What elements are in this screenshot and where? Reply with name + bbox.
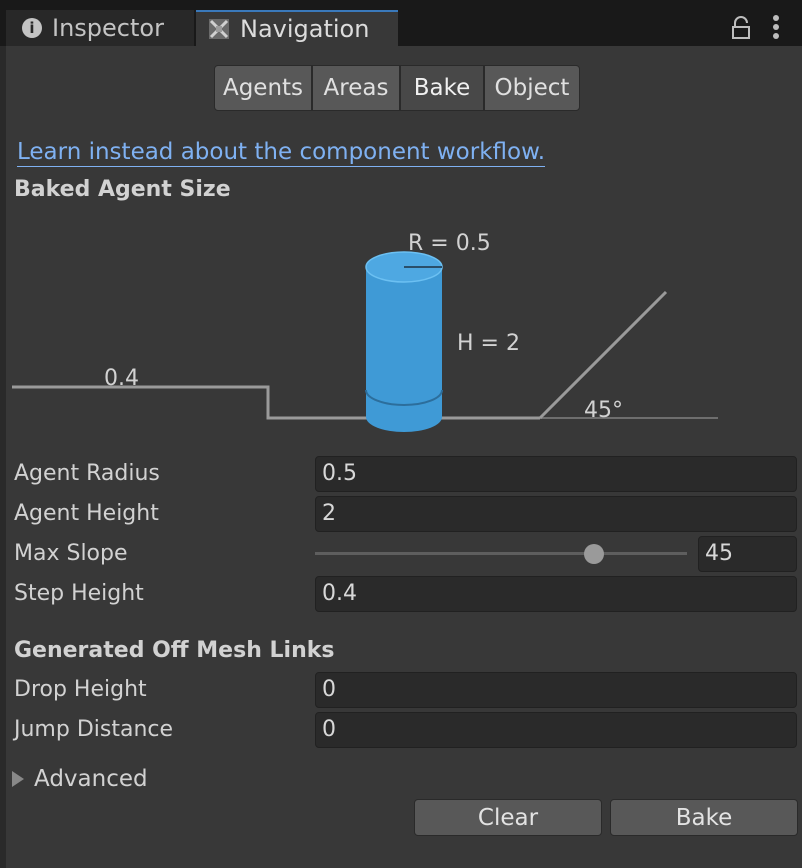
tab-navigation-label: Navigation	[240, 15, 370, 43]
component-workflow-link[interactable]: Learn instead about the component workfl…	[17, 138, 546, 167]
slope-angle-label: 45°	[584, 398, 623, 423]
toolbar-areas-button[interactable]: Areas	[312, 65, 400, 111]
agent-radius-label: Agent Radius	[14, 461, 160, 486]
navmesh-icon	[209, 19, 229, 39]
max-slope-field[interactable]: 45	[698, 536, 797, 572]
agent-height-label: Agent Height	[14, 501, 159, 526]
max-slope-label: Max Slope	[14, 541, 128, 566]
agent-height-field[interactable]: 2	[315, 496, 797, 532]
clear-button[interactable]: Clear	[414, 799, 602, 836]
max-slope-slider-thumb[interactable]	[584, 544, 604, 564]
lock-icon[interactable]	[730, 16, 752, 40]
height-label: H = 2	[457, 331, 520, 356]
toolbar-agents-button[interactable]: Agents	[214, 65, 312, 111]
agent-radius-field[interactable]: 0.5	[315, 456, 797, 492]
window-tab-strip: i Inspector Navigation	[0, 0, 802, 46]
step-height-label: 0.4	[104, 366, 139, 391]
tab-inspector-label: Inspector	[52, 14, 164, 42]
drop-height-field[interactable]: 0	[315, 672, 797, 708]
foldout-arrow-icon	[12, 771, 24, 787]
jump-distance-label: Jump Distance	[14, 717, 174, 742]
step-height-field[interactable]: 0.4	[315, 576, 797, 612]
advanced-label: Advanced	[34, 766, 148, 792]
jump-distance-field[interactable]: 0	[315, 712, 797, 748]
radius-label: R = 0.5	[408, 231, 491, 256]
toolbar-object-button[interactable]: Object	[484, 65, 580, 111]
panel-left-edge	[0, 46, 6, 868]
tab-inspector[interactable]: i Inspector	[6, 10, 194, 46]
navigation-toolbar: Agents Areas Bake Object	[214, 65, 580, 111]
ground-profile	[12, 385, 540, 420]
agent-cylinder	[365, 251, 443, 432]
toolbar-bake-button[interactable]: Bake	[400, 65, 484, 111]
baked-agent-size-heading: Baked Agent Size	[14, 177, 231, 202]
more-vertical-icon[interactable]	[772, 14, 780, 40]
bake-button[interactable]: Bake	[610, 799, 798, 836]
step-height-label-field: Step Height	[14, 581, 144, 606]
drop-height-label: Drop Height	[14, 677, 147, 702]
offmesh-links-heading: Generated Off Mesh Links	[14, 638, 335, 663]
agent-size-diagram: R = 0.5 H = 2 0.4 45°	[12, 231, 718, 432]
info-icon: i	[22, 18, 42, 38]
tab-navigation[interactable]: Navigation	[196, 10, 398, 46]
advanced-foldout[interactable]: Advanced	[12, 766, 148, 792]
max-slope-slider-track[interactable]	[315, 552, 687, 555]
